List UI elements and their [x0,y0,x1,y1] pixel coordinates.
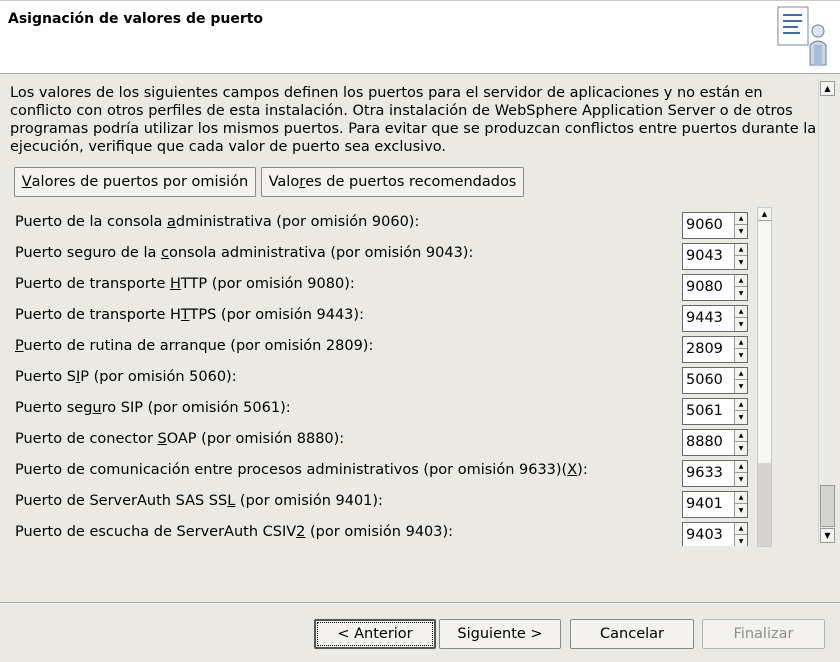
port-value[interactable]: 9080 [686,279,723,295]
spin-up-icon[interactable]: ▲ [735,492,747,504]
document-person-icon [774,5,836,69]
next-button[interactable]: Siguiente > [439,619,561,649]
port-spinner[interactable]: 2809 ▲ ▼ [682,336,748,363]
port-value[interactable]: 8880 [686,434,723,450]
port-spinner[interactable]: 9043 ▲ ▼ [682,243,748,270]
port-row: Puerto seguro SIP (por omisión 5061): 50… [15,398,755,429]
port-label: Puerto de comunicación entre procesos ad… [15,462,588,478]
spin-down-icon[interactable]: ▼ [735,473,747,485]
port-row: Puerto de conector SOAP (por omisión 888… [15,429,755,460]
wizard-content: Los valores de los siguientes campos def… [0,75,840,547]
button-label-post: es de puertos recomendados [305,174,517,190]
scroll-track[interactable] [758,463,771,546]
scroll-up-arrow-icon[interactable]: ▲ [820,81,835,96]
port-row: Puerto seguro de la consola administrati… [15,243,755,274]
port-value[interactable]: 9403 [686,527,723,543]
port-row: Puerto SIP (por omisión 5060): 5060 ▲ ▼ [15,367,755,398]
port-label: Puerto de ServerAuth SAS SSL (por omisió… [15,493,383,509]
scroll-down-arrow-icon[interactable]: ▼ [820,528,835,543]
back-button[interactable]: < Anterior [314,619,436,649]
recommended-ports-button[interactable]: Valo r es de puertos recomendados [261,167,524,197]
spin-up-icon[interactable]: ▲ [735,461,747,473]
spin-down-icon[interactable]: ▼ [735,287,747,299]
port-spinner[interactable]: 5060 ▲ ▼ [682,367,748,394]
spin-down-icon[interactable]: ▼ [735,411,747,423]
spin-up-icon[interactable]: ▲ [735,337,747,349]
spin-up-icon[interactable]: ▲ [735,368,747,380]
spin-up-icon[interactable]: ▲ [735,523,747,535]
button-label-post: alores de puertos por omisión [31,174,249,190]
port-row: Puerto de ServerAuth SAS SSL (por omisió… [15,491,755,522]
port-value[interactable]: 2809 [686,341,723,357]
button-mnemonic: V [21,174,32,190]
port-spinner[interactable]: 5061 ▲ ▼ [682,398,748,425]
port-row: Puerto de comunicación entre procesos ad… [15,460,755,491]
port-spinner[interactable]: 9443 ▲ ▼ [682,305,748,332]
spin-down-icon[interactable]: ▼ [735,349,747,361]
port-spinner[interactable]: 8880 ▲ ▼ [682,429,748,456]
spin-up-icon[interactable]: ▲ [735,275,747,287]
port-row: Puerto de escucha de ServerAuth CSIV2 (p… [15,522,755,546]
port-label: Puerto de conector SOAP (por omisión 888… [15,431,345,447]
port-value[interactable]: 5060 [686,372,723,388]
port-spinner[interactable]: 9633 ▲ ▼ [682,460,748,487]
ports-list: Puerto de la consola administrativa (por… [0,205,776,546]
port-value[interactable]: 9060 [686,217,723,233]
port-label: Puerto seguro de la consola administrati… [15,245,474,261]
spin-down-icon[interactable]: ▼ [735,225,747,237]
page-title: Asignación de valores de puerto [8,11,264,27]
spin-down-icon[interactable]: ▼ [735,380,747,392]
default-ports-button[interactable]: Valores de puertos por omisión [14,167,256,197]
port-value[interactable]: 9443 [686,310,723,326]
port-value[interactable]: 9633 [686,465,723,481]
port-value[interactable]: 9043 [686,248,723,264]
port-row: Puerto de transporte HTTPS (por omisión … [15,305,755,336]
port-label: Puerto de transporte HTTP (por omisión 9… [15,276,355,292]
ports-vertical-scrollbar[interactable]: ▲ [757,207,772,547]
spin-up-icon[interactable]: ▲ [735,306,747,318]
port-label: Puerto seguro SIP (por omisión 5061): [15,400,291,416]
port-spinner[interactable]: 9060 ▲ ▼ [682,212,748,239]
spin-down-icon[interactable]: ▼ [735,535,747,546]
port-spinner[interactable]: 9401 ▲ ▼ [682,491,748,518]
cancel-button[interactable]: Cancelar [570,619,694,649]
wizard-header: Asignación de valores de puerto [0,0,840,74]
spin-up-icon[interactable]: ▲ [735,213,747,225]
port-label: Puerto de la consola administrativa (por… [15,214,420,230]
port-value[interactable]: 5061 [686,403,723,419]
spin-down-icon[interactable]: ▼ [735,442,747,454]
button-label-pre: Valo [268,174,300,190]
outer-vertical-scrollbar[interactable]: ▲ ▼ [818,79,835,545]
port-row: Puerto de la consola administrativa (por… [15,212,755,243]
port-value[interactable]: 9401 [686,496,723,512]
description-text: Los valores de los siguientes campos def… [10,85,817,155]
port-row: Puerto de transporte HTTP (por omisión 9… [15,274,755,305]
port-spinner[interactable]: 9403 ▲ ▼ [682,522,748,546]
spin-down-icon[interactable]: ▼ [735,504,747,516]
spin-down-icon[interactable]: ▼ [735,256,747,268]
footer-separator [0,602,840,604]
scroll-up-arrow-icon[interactable]: ▲ [758,208,771,221]
outer-scroll-thumb[interactable] [820,485,835,527]
spin-down-icon[interactable]: ▼ [735,318,747,330]
port-spinner[interactable]: 9080 ▲ ▼ [682,274,748,301]
port-label: Puerto de transporte HTTPS (por omisión … [15,307,364,323]
port-label: Puerto de escucha de ServerAuth CSIV2 (p… [15,524,454,540]
port-label: Puerto SIP (por omisión 5060): [15,369,237,385]
spin-up-icon[interactable]: ▲ [735,430,747,442]
finish-button[interactable]: Finalizar [702,619,825,649]
spin-up-icon[interactable]: ▲ [735,399,747,411]
spin-up-icon[interactable]: ▲ [735,244,747,256]
port-row: Puerto de rutina de arranque (por omisió… [15,336,755,367]
port-label: Puerto de rutina de arranque (por omisió… [15,338,374,354]
